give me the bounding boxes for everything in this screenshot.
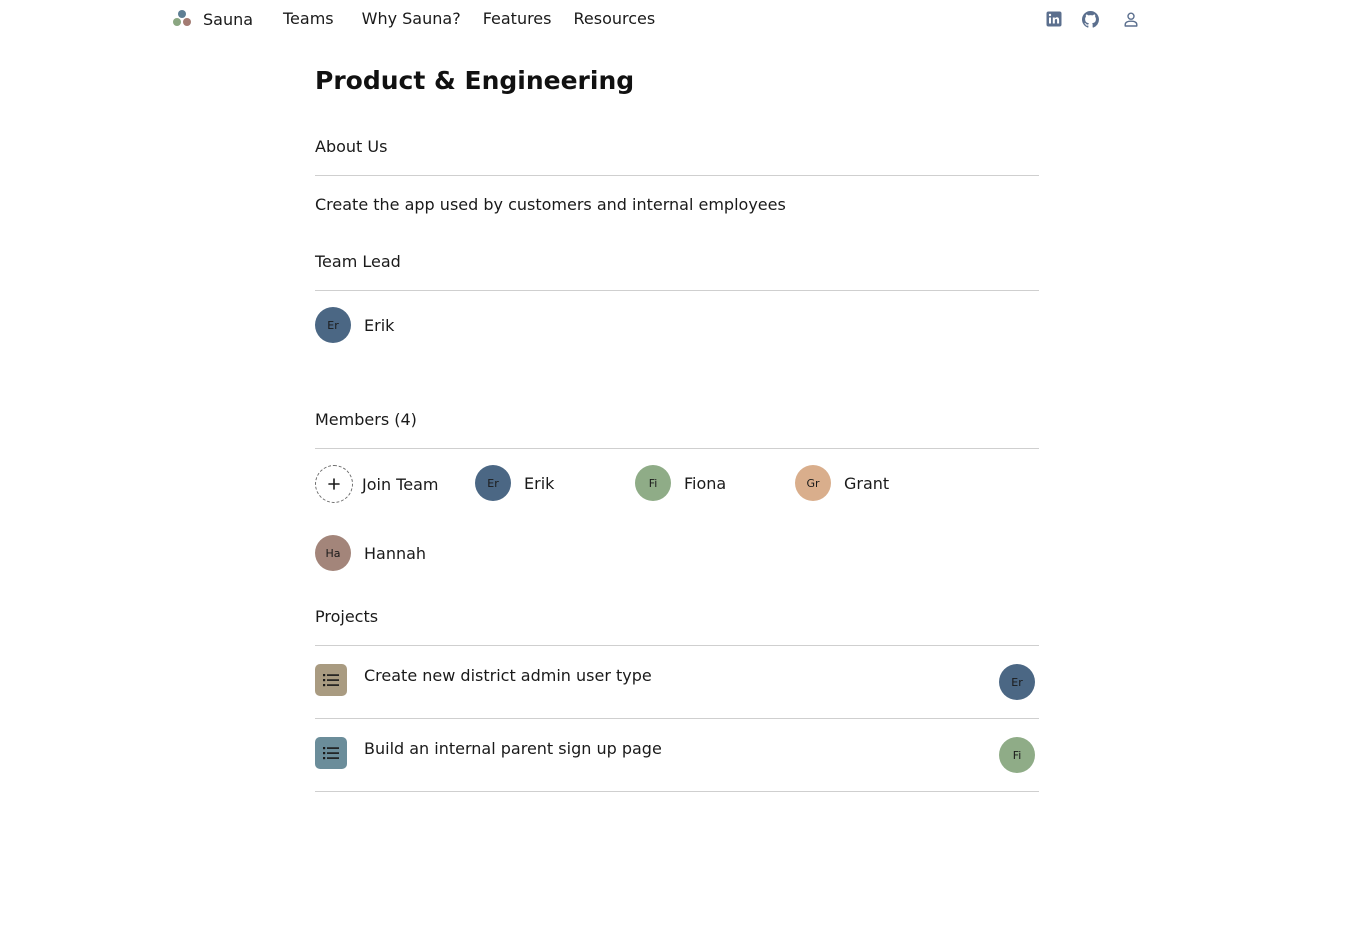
avatar: Er <box>315 307 351 343</box>
avatar: Ha <box>315 535 351 571</box>
nav-link-resources[interactable]: Resources <box>573 9 655 28</box>
brand[interactable]: Sauna <box>173 9 253 29</box>
avatar: Fi <box>635 465 671 501</box>
avatar: Er <box>999 664 1035 700</box>
member-fiona[interactable]: Fi Fiona <box>635 465 726 501</box>
project-title[interactable]: Create new district admin user type <box>364 666 652 685</box>
divider <box>315 290 1039 291</box>
nav-link-features[interactable]: Features <box>483 9 552 28</box>
member-name: Hannah <box>364 543 427 563</box>
join-team-button[interactable]: Join Team <box>315 465 438 503</box>
about-heading: About Us <box>315 137 388 156</box>
list-icon <box>315 737 347 769</box>
nav-links: Teams Why Sauna? Features Resources <box>283 9 655 28</box>
member-name: Erik <box>524 473 555 493</box>
nav-icons <box>1045 10 1140 28</box>
nav-link-why-sauna[interactable]: Why Sauna? <box>362 9 461 28</box>
project-row[interactable]: Build an internal parent sign up page Fi <box>315 719 1039 792</box>
avatar: Gr <box>795 465 831 501</box>
divider <box>315 175 1039 176</box>
top-nav: Sauna Teams Why Sauna? Features Resource… <box>0 0 1357 40</box>
projects-heading: Projects <box>315 607 379 626</box>
team-lead-heading: Team Lead <box>315 252 401 271</box>
member-name: Grant <box>844 473 890 493</box>
team-lead-name: Erik <box>364 315 395 335</box>
project-row[interactable]: Create new district admin user type Er <box>315 646 1039 719</box>
linkedin-icon[interactable] <box>1045 10 1063 28</box>
nav-link-teams[interactable]: Teams <box>283 9 334 28</box>
user-icon[interactable] <box>1122 10 1140 28</box>
github-icon[interactable] <box>1081 10 1099 28</box>
member-hannah[interactable]: Ha Hannah <box>315 535 426 571</box>
member-erik[interactable]: Er Erik <box>475 465 554 501</box>
page-title: Product & Engineering <box>315 66 635 95</box>
divider <box>315 448 1039 449</box>
member-name: Fiona <box>684 473 727 493</box>
team-lead[interactable]: Er Erik <box>315 307 394 343</box>
members-heading: Members (4) <box>315 410 417 429</box>
brand-name: Sauna <box>203 9 254 29</box>
member-grant[interactable]: Gr Grant <box>795 465 889 501</box>
avatar: Fi <box>999 737 1035 773</box>
about-text: Create the app used by customers and int… <box>315 195 786 214</box>
sauna-logo-icon <box>173 9 193 29</box>
list-icon <box>315 664 347 696</box>
project-title[interactable]: Build an internal parent sign up page <box>364 739 662 758</box>
divider <box>315 791 1039 792</box>
join-team-label[interactable]: Join Team <box>362 475 438 494</box>
plus-icon[interactable] <box>315 465 353 503</box>
avatar: Er <box>475 465 511 501</box>
